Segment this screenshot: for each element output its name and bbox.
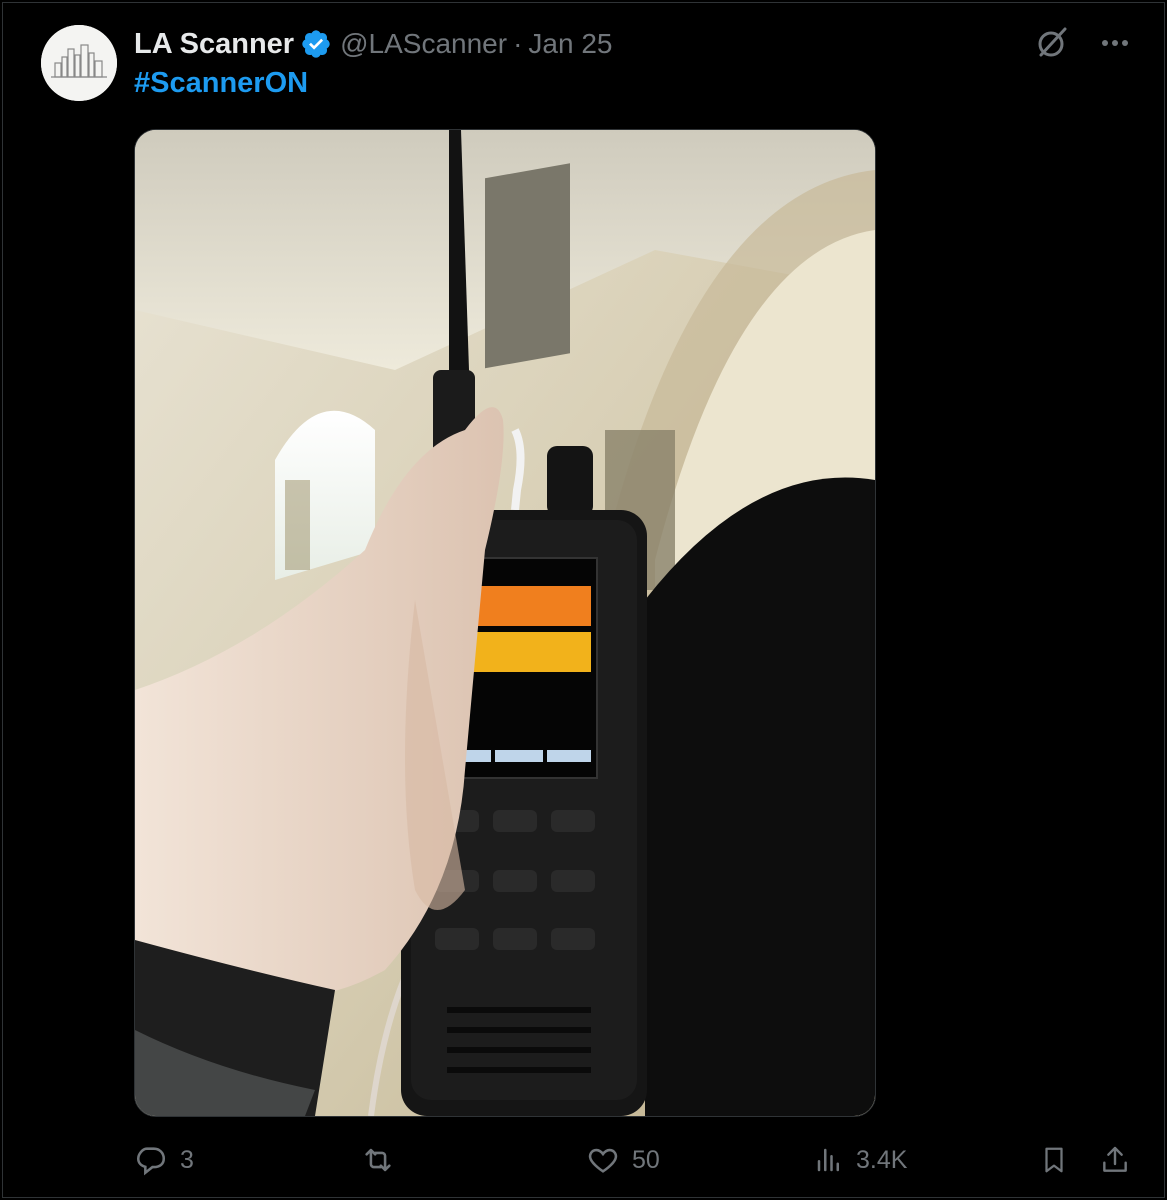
views-button[interactable]: 3.4K xyxy=(814,1139,907,1181)
hashtag-link[interactable]: #ScannerON xyxy=(134,67,308,100)
more-icon[interactable] xyxy=(1100,25,1130,61)
like-count: 50 xyxy=(632,1145,660,1174)
analytics-bars-icon xyxy=(817,1148,839,1172)
display-name[interactable]: LA Scanner xyxy=(134,28,294,61)
reply-icon xyxy=(136,1147,166,1176)
avatar[interactable] xyxy=(41,25,117,101)
heart-icon xyxy=(588,1148,618,1173)
bookmark-icon xyxy=(1045,1147,1063,1173)
tweet-container: LA Scanner @LAScanner · Jan 25 #ScannerO… xyxy=(2,2,1165,1198)
post-date[interactable]: Jan 25 xyxy=(528,28,612,60)
verified-badge-icon xyxy=(300,28,332,60)
post-media-photo[interactable] xyxy=(134,129,876,1117)
reply-count: 3 xyxy=(180,1145,194,1174)
bookmark-button[interactable] xyxy=(1039,1139,1069,1181)
grok-icon[interactable] xyxy=(1034,25,1070,61)
reply-button[interactable]: 3 xyxy=(134,1139,194,1181)
top-icons xyxy=(1034,25,1130,61)
views-count: 3.4K xyxy=(856,1145,908,1174)
separator-dot: · xyxy=(513,28,523,59)
repost-icon xyxy=(365,1148,391,1172)
share-button[interactable] xyxy=(1099,1139,1131,1181)
like-button[interactable]: 50 xyxy=(586,1139,660,1181)
repost-button[interactable] xyxy=(360,1139,408,1181)
scanner-photo-image xyxy=(135,130,875,1116)
action-bar: 3 50 3.4K xyxy=(134,1139,1128,1181)
user-handle[interactable]: @LAScanner xyxy=(340,28,507,60)
city-skyline-icon xyxy=(41,25,117,101)
share-icon xyxy=(1103,1146,1127,1172)
tweet-header: LA Scanner @LAScanner · Jan 25 xyxy=(134,25,612,63)
